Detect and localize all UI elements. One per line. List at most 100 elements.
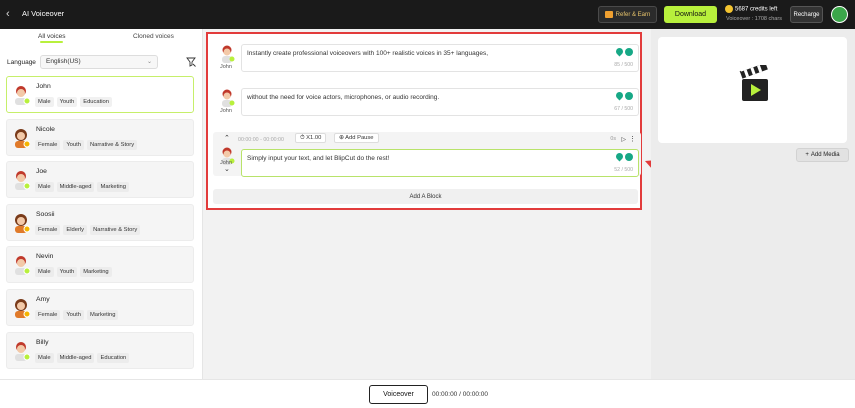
clapperboard-icon	[739, 65, 768, 101]
block-time-range: 00:00:00 - 00:00:00	[238, 137, 284, 143]
speed-value: X1.00	[306, 135, 322, 141]
voice-tag: Elderly	[63, 224, 88, 235]
ai-assist-icon[interactable]	[625, 153, 633, 161]
block-icons	[614, 46, 633, 57]
location-pin-icon[interactable]	[614, 151, 625, 162]
voice-name: Soosii	[36, 210, 55, 218]
voice-card-billy[interactable]: Billy Male Middle-aged Education	[6, 331, 194, 369]
voice-tag: Female	[35, 224, 61, 235]
recharge-button[interactable]: Recharge	[790, 6, 823, 23]
voice-card-joe[interactable]: Joe Male Middle-aged Marketing	[6, 161, 194, 199]
voice-tag: Male	[35, 182, 54, 193]
filter-icon[interactable]	[186, 57, 196, 67]
add-media-label: Add Media	[810, 152, 840, 158]
voice-card-nevin[interactable]: Nevin Male Youth Marketing	[6, 246, 194, 284]
voice-tag: Female	[35, 139, 61, 150]
block-voice-avatar[interactable]	[219, 89, 236, 107]
tab-all-voices-label: All voices	[38, 33, 66, 40]
voice-tag: Male	[35, 352, 54, 363]
voice-tags: Male Youth Education	[35, 97, 112, 107]
more-options-icon[interactable]: ⋮	[629, 135, 636, 143]
voice-name: John	[36, 83, 51, 90]
language-select[interactable]: English(US) ⌄	[40, 55, 158, 69]
voice-name: Billy	[36, 338, 49, 346]
voice-name: Nevin	[36, 253, 54, 261]
add-pause-button[interactable]: ⊕ Add Pause	[334, 133, 379, 143]
voice-tag: Narrative & Story	[90, 224, 141, 235]
location-pin-icon[interactable]	[614, 90, 625, 101]
script-editor: John Instantly create professional voice…	[206, 32, 642, 210]
voice-avatar	[15, 171, 30, 191]
language-label: Language	[7, 59, 36, 66]
voice-list: John Male Youth Education Nicole Female …	[6, 76, 194, 374]
voice-avatar	[15, 86, 30, 105]
voice-tag: Marketing	[86, 309, 119, 320]
voice-card-john[interactable]: John Male Youth Education	[6, 76, 194, 113]
voice-tags: Female Youth Marketing	[35, 309, 119, 320]
voice-avatar	[15, 256, 30, 276]
active-tab-indicator	[40, 41, 64, 43]
voice-tags: Female Youth Narrative & Story	[35, 139, 138, 150]
char-count: 85 / 500	[614, 62, 633, 68]
text-block-active: John Simply input your text, and let Bli…	[215, 146, 641, 178]
voice-tag: Male	[35, 267, 54, 278]
voice-tag: Education	[97, 352, 130, 363]
ai-assist-icon[interactable]	[625, 48, 633, 56]
block-voice-avatar[interactable]	[219, 45, 236, 63]
voice-avatar	[15, 213, 30, 233]
block-voice-name: John	[220, 160, 232, 166]
block-voice-name: John	[220, 64, 232, 70]
refer-earn-button[interactable]: Refer & Earn	[598, 6, 657, 23]
tab-all-voices[interactable]: All voices	[38, 33, 66, 43]
block-text-input[interactable]: without the need for voice actors, micro…	[241, 88, 639, 116]
voice-tag: Narrative & Story	[86, 139, 138, 150]
voice-tag: Youth	[63, 309, 84, 320]
block-text: Instantly create professional voiceovers…	[247, 50, 488, 57]
text-block: John Instantly create professional voice…	[215, 42, 641, 74]
voice-card-amy[interactable]: Amy Female Youth Marketing	[6, 288, 194, 326]
voice-avatar	[15, 298, 30, 318]
block-text: without the need for voice actors, micro…	[247, 94, 440, 101]
voice-card-nicole[interactable]: Nicole Female Youth Narrative & Story	[6, 118, 194, 156]
voice-tags: Female Elderly Narrative & Story	[35, 224, 141, 235]
ai-assist-icon[interactable]	[625, 92, 633, 100]
add-media-button[interactable]: + Add Media	[796, 148, 849, 162]
play-icon[interactable]: ▷	[621, 136, 626, 143]
user-avatar[interactable]	[831, 6, 848, 23]
voice-tag: Female	[35, 309, 61, 320]
voice-tag: Middle-aged	[56, 182, 95, 193]
voice-tag: Male	[35, 97, 54, 107]
voice-tag: Marketing	[97, 182, 129, 193]
voice-avatar	[15, 341, 30, 361]
download-button[interactable]: Download	[664, 6, 717, 23]
voice-tags: Male Middle-aged Education	[35, 352, 130, 363]
chevron-down-icon: ⌄	[146, 59, 152, 65]
add-pause-label: Add Pause	[345, 135, 374, 141]
plus-icon: +	[805, 152, 809, 158]
voice-tags: Male Youth Marketing	[35, 267, 112, 278]
chevron-up-icon[interactable]: ⌃	[224, 134, 230, 142]
voice-name: Nicole	[36, 125, 55, 133]
block-icons	[614, 90, 633, 101]
location-pin-icon[interactable]	[614, 46, 625, 57]
voice-tag: Youth	[63, 139, 84, 150]
voice-card-soosii[interactable]: Soosii Female Elderly Narrative & Story	[6, 203, 194, 241]
add-block-button[interactable]: Add A Block	[213, 189, 638, 204]
bottom-bar: Voiceover 00:00:00 / 00:00:00	[0, 379, 855, 408]
speed-button[interactable]: ⏱ X1.00	[295, 133, 327, 143]
block-text-input[interactable]: Instantly create professional voiceovers…	[241, 44, 639, 72]
block-text-input[interactable]: Simply input your text, and let BlipCut …	[241, 149, 639, 177]
media-preview[interactable]	[658, 37, 847, 143]
credits-left: 5687 credits left	[735, 6, 778, 13]
voiceover-button[interactable]: Voiceover	[369, 385, 428, 404]
block-duration: 0s	[610, 136, 616, 142]
char-count: 67 / 500	[614, 106, 633, 112]
tab-cloned-voices[interactable]: Cloned voices	[133, 33, 174, 40]
app-title: AI Voiceover	[22, 9, 65, 18]
media-panel: + Add Media	[651, 29, 855, 379]
refer-earn-label: Refer & Earn	[615, 11, 651, 18]
voiceover-chars: Voiceover : 1708 chars	[726, 16, 782, 22]
back-icon[interactable]: ‹	[6, 8, 18, 20]
block-voice-name: John	[220, 108, 232, 114]
voice-tag: Middle-aged	[56, 352, 95, 363]
